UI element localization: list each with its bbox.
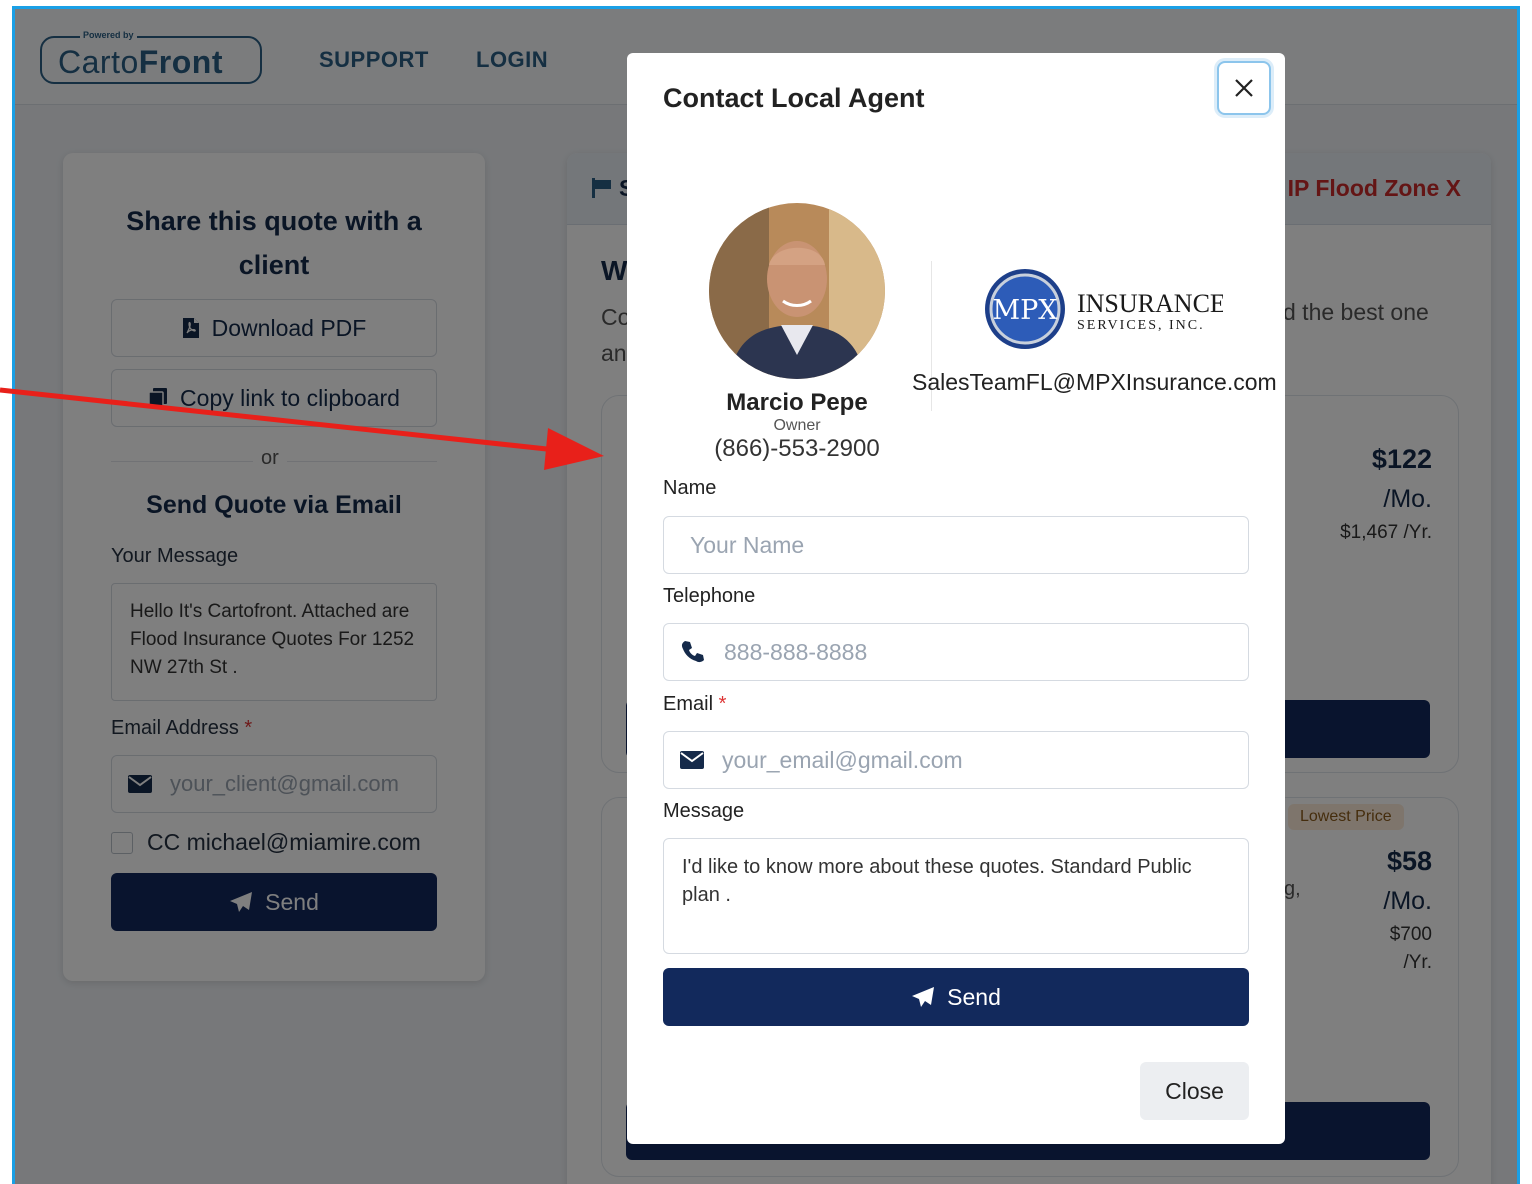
telephone-label: Telephone — [663, 585, 756, 607]
agent-email[interactable]: SalesTeamFL@MPXInsurance.com — [912, 369, 1277, 396]
name-placeholder: Your Name — [690, 531, 805, 558]
agent-avatar — [709, 203, 885, 379]
telephone-placeholder: 888-888-8888 — [724, 638, 868, 665]
svg-text:SERVICES, INC.: SERVICES, INC. — [1077, 318, 1205, 333]
email-label: Email * — [663, 693, 727, 715]
modal-close-x-button[interactable] — [1217, 61, 1271, 115]
agent-name: Marcio Pepe — [726, 389, 868, 416]
paper-plane-icon — [912, 987, 935, 1007]
email-placeholder: your_email@gmail.com — [722, 746, 963, 773]
message-label: Message — [663, 800, 745, 822]
mpx-insurance-logo: MPX INSURANCE SERVICES, INC. — [983, 267, 1226, 351]
close-icon — [1235, 79, 1253, 97]
message-textarea[interactable]: I'd like to know more about these quotes… — [663, 838, 1249, 954]
agent-phone: (866)-553-2900 — [714, 435, 880, 462]
name-label: Name — [663, 477, 717, 499]
phone-icon — [681, 641, 704, 663]
modal-send-label: Send — [947, 983, 1001, 1010]
svg-text:MPX: MPX — [992, 295, 1058, 326]
modal-send-button[interactable]: Send — [663, 968, 1249, 1026]
contact-agent-modal: Contact Local Agent Marcio Pepe Owner (8… — [627, 53, 1285, 1144]
telephone-input[interactable]: 888-888-8888 — [663, 623, 1249, 681]
email-input[interactable]: your_email@gmail.com — [663, 731, 1249, 789]
agent-role: Owner — [773, 417, 821, 434]
envelope-icon — [680, 751, 704, 769]
modal-title: Contact Local Agent — [663, 83, 925, 113]
svg-text:INSURANCE: INSURANCE — [1077, 289, 1223, 318]
name-input[interactable]: Your Name — [663, 516, 1249, 574]
modal-close-button[interactable]: Close — [1140, 1062, 1249, 1120]
